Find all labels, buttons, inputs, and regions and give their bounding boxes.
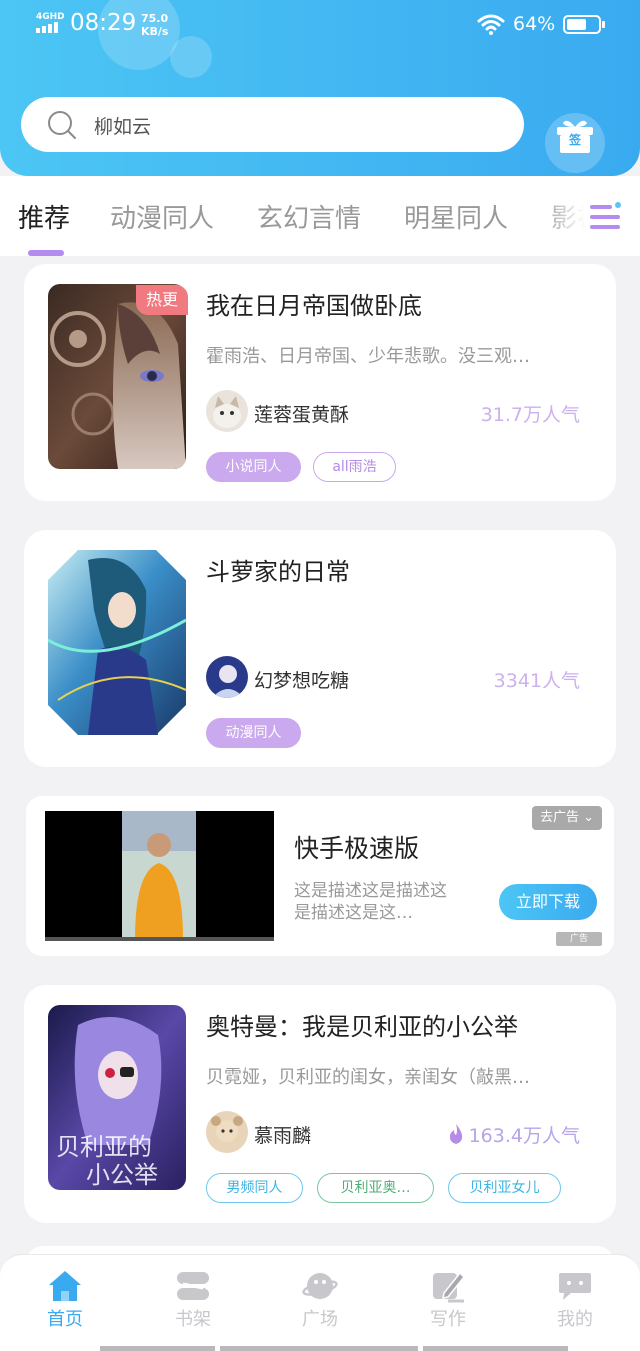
ad-title: 快手极速版 (294, 834, 420, 863)
home-indicator (423, 1346, 568, 1351)
bookshelf-icon (177, 1272, 209, 1300)
author-avatar[interactable] (206, 390, 248, 432)
tab-recommend[interactable]: 推荐 (18, 198, 70, 235)
svg-text:贝利亚的: 贝利亚的 (56, 1134, 152, 1161)
nav-home[interactable]: 首页 (25, 1269, 105, 1331)
search-bar[interactable]: 柳如云 (21, 97, 524, 152)
active-tab-indicator (28, 250, 64, 256)
search-input[interactable]: 柳如云 (94, 112, 151, 139)
bottom-navigation: 首页 书架 广场 写作 我的 (0, 1254, 640, 1351)
sign-in-label: 签 (569, 133, 582, 147)
network-speed: 75.0 KB/s (141, 12, 168, 38)
planet-icon (302, 1273, 338, 1299)
tag-chip[interactable]: 小说同人 (206, 452, 301, 482)
download-button[interactable]: 立即下载 (499, 884, 597, 920)
novel-card[interactable]: 贝利亚的 小公举 奥特曼：我是贝利亚的小公举 贝霓娅，贝利亚的闺女，亲闺女（敲黑… (24, 985, 616, 1223)
novel-title[interactable]: 我在日月帝国做卧底 (206, 286, 422, 321)
header: 4GHD 08:29 75.0 KB/s 64% 柳如云 签 (0, 0, 640, 176)
tab-fantasy-romance[interactable]: 玄幻言情 (257, 198, 361, 235)
popularity-count: 31.7万人气 (480, 404, 580, 426)
search-icon (48, 111, 76, 139)
author-name[interactable]: 慕雨麟 (254, 1121, 311, 1148)
nav-bookshelf-label: 书架 (175, 1309, 211, 1330)
signal-icon (36, 22, 58, 33)
svg-text:小公举: 小公举 (86, 1162, 158, 1189)
pen-icon (433, 1271, 466, 1303)
novel-title[interactable]: 斗萝家的日常 (206, 552, 350, 587)
nav-bookshelf[interactable]: 书架 (153, 1269, 233, 1331)
popularity-value: 163.4万人气 (468, 1125, 580, 1147)
novel-card[interactable]: 斗萝家的日常 幻梦想吃糖 3341人气 动漫同人 (24, 530, 616, 767)
tag-chip[interactable]: 贝利亚女儿 (448, 1173, 561, 1203)
nav-me[interactable]: 我的 (535, 1269, 615, 1331)
remove-ad-label: 去广告 (539, 810, 579, 825)
book-cover (48, 550, 186, 735)
chevron-down-icon: ⌄ (583, 810, 595, 825)
ad-description: 这是描述这是描述这是描述这是这… (294, 881, 447, 923)
novel-description: 霍雨浩、日月帝国、少年悲歌。没三观… (206, 346, 530, 367)
author-name[interactable]: 莲蓉蛋黄酥 (254, 400, 349, 427)
home-indicator (100, 1346, 215, 1351)
wifi-icon (477, 14, 505, 35)
author-name[interactable]: 幻梦想吃糖 (254, 666, 349, 693)
ad-mark: 广告 (556, 932, 602, 946)
popularity-count: 163.4万人气 (447, 1121, 580, 1148)
tag-chip[interactable]: 贝利亚奥… (317, 1173, 434, 1203)
author-avatar[interactable] (206, 656, 248, 698)
ad-card[interactable]: 快手极速版 这是描述这是描述这是描述这是这… 去广告 ⌄ 立即下载 广告 (26, 796, 614, 956)
home-indicator (220, 1346, 418, 1351)
nav-square[interactable]: 广场 (280, 1269, 360, 1331)
ad-video[interactable] (45, 811, 274, 941)
tag-chip[interactable]: 男频同人 (206, 1173, 303, 1203)
book-cover: 贝利亚的 小公举 (48, 1005, 186, 1190)
popularity-count: 3341人气 (493, 670, 580, 692)
novel-title[interactable]: 奥特曼：我是贝利亚的小公举 (206, 1007, 518, 1042)
battery-percent: 64% (513, 13, 556, 35)
novel-card[interactable]: 热更 我在日月帝国做卧底 霍雨浩、日月帝国、少年悲歌。没三观… 莲蓉蛋黄酥 31… (24, 264, 616, 501)
tag-chip[interactable]: all雨浩 (313, 452, 396, 482)
tab-celebrity-fanfic[interactable]: 明星同人 (404, 198, 508, 235)
network-type: 4GHD (36, 12, 65, 22)
home-icon (49, 1271, 81, 1301)
battery-icon (563, 15, 605, 34)
novel-description: 贝霓娅，贝利亚的闺女，亲闺女（敲黑… (206, 1067, 530, 1088)
speed-unit: KB/s (141, 25, 169, 38)
hot-update-badge: 热更 (136, 285, 188, 315)
ad-mark-label: 广告 (569, 934, 588, 944)
speed-value: 75.0 (141, 12, 169, 25)
remove-ad-button[interactable]: 去广告 ⌄ (532, 806, 602, 830)
nav-write-label: 写作 (430, 1309, 466, 1330)
tag-chip[interactable]: 动漫同人 (206, 718, 301, 748)
status-bar: 4GHD 08:29 75.0 KB/s 64% (0, 0, 640, 50)
flame-icon (449, 1124, 462, 1144)
nav-home-label: 首页 (47, 1309, 83, 1330)
nav-square-label: 广场 (302, 1309, 338, 1330)
nav-write[interactable]: 写作 (408, 1269, 488, 1331)
author-avatar[interactable] (206, 1111, 248, 1153)
tab-anime-fanfic[interactable]: 动漫同人 (110, 198, 214, 235)
clock: 08:29 (70, 10, 137, 36)
sign-in-button[interactable]: 签 (545, 113, 605, 173)
category-menu-icon[interactable] (590, 202, 622, 232)
battery-fill (567, 19, 587, 30)
chat-bubble-icon (559, 1273, 591, 1300)
nav-me-label: 我的 (557, 1309, 593, 1330)
